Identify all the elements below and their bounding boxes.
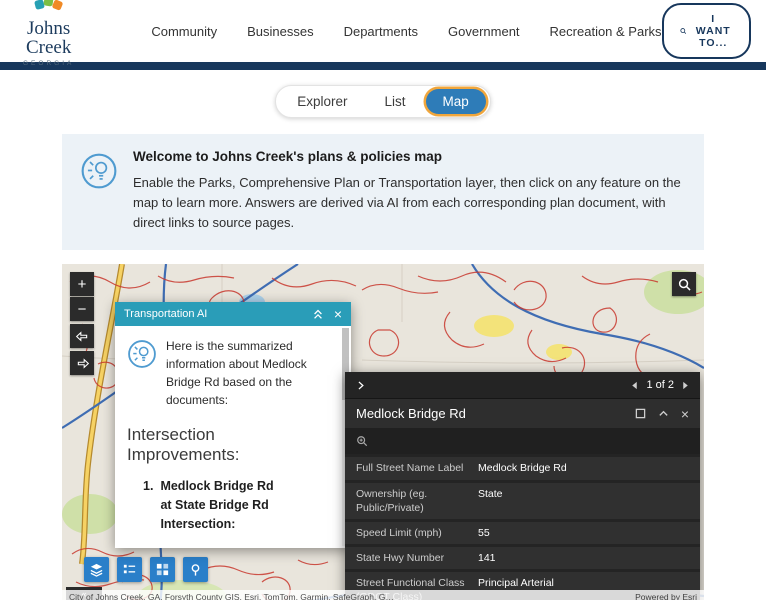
nav-businesses[interactable]: Businesses bbox=[247, 24, 313, 39]
legend-tool-button[interactable] bbox=[117, 557, 142, 582]
next-extent-button[interactable] bbox=[70, 351, 94, 375]
popup-title-bar: Medlock Bridge Rd × bbox=[345, 398, 700, 428]
transportation-ai-panel: Transportation AI × bbox=[115, 302, 351, 548]
zoom-to-icon bbox=[356, 435, 368, 447]
popup-title: Medlock Bridge Rd bbox=[356, 406, 623, 421]
pagination-count: 1 of 2 bbox=[646, 379, 674, 391]
arrow-left-icon bbox=[75, 329, 90, 344]
popup-pagination-bar: 1 of 2 bbox=[345, 372, 700, 398]
welcome-title: Welcome to Johns Creek's plans & policie… bbox=[133, 149, 684, 164]
transportation-ai-body: Here is the summarized information about… bbox=[115, 326, 351, 548]
chevron-up-icon bbox=[658, 408, 669, 419]
close-icon: × bbox=[334, 307, 342, 321]
zoom-out-button[interactable]: − bbox=[70, 297, 94, 321]
welcome-body: Enable the Parks, Comprehensive Plan or … bbox=[133, 173, 684, 233]
logo-mark-icon bbox=[34, 0, 64, 12]
i-want-to-button[interactable]: I WANT TO... bbox=[662, 3, 752, 59]
nav-government[interactable]: Government bbox=[448, 24, 520, 39]
site-title: Johns Creek bbox=[18, 19, 79, 57]
dock-icon bbox=[635, 408, 646, 419]
search-icon bbox=[680, 25, 686, 37]
previous-feature-button[interactable] bbox=[630, 381, 639, 390]
zoom-to-action-button[interactable] bbox=[356, 435, 368, 447]
welcome-banner: Welcome to Johns Creek's plans & policie… bbox=[62, 134, 704, 250]
ai-list-item: 1. Medlock Bridge Rd at State Bridge Rd … bbox=[143, 477, 329, 533]
table-row: State Hwy Number 141 bbox=[345, 547, 700, 569]
close-icon: × bbox=[681, 407, 689, 421]
map-tool-bar bbox=[84, 557, 208, 582]
popup-action-bar bbox=[345, 428, 700, 454]
view-switcher: Explorer List Map bbox=[275, 85, 491, 118]
site-header: Johns Creek GEORGIA Community Businesses… bbox=[0, 0, 766, 62]
search-icon bbox=[678, 278, 691, 291]
attribute-table: Full Street Name Label Medlock Bridge Rd… bbox=[345, 454, 700, 600]
chevron-right-icon bbox=[355, 380, 366, 391]
site-subtitle: GEORGIA bbox=[18, 60, 79, 67]
ai-bulb-icon bbox=[127, 337, 157, 409]
basemap-tool-button[interactable] bbox=[150, 557, 175, 582]
tab-explorer[interactable]: Explorer bbox=[280, 89, 364, 114]
ai-section-heading: Intersection Improvements: bbox=[127, 425, 329, 465]
layers-icon bbox=[89, 562, 104, 577]
table-row: Full Street Name Label Medlock Bridge Rd bbox=[345, 457, 700, 479]
tab-list[interactable]: List bbox=[368, 89, 423, 114]
site-logo[interactable]: Johns Creek GEORGIA bbox=[18, 0, 79, 67]
triangle-left-icon bbox=[630, 381, 639, 390]
header-divider-bar bbox=[0, 62, 766, 70]
collapse-popup-button[interactable] bbox=[658, 408, 669, 419]
legend-icon bbox=[122, 562, 137, 577]
zoom-control: + − bbox=[70, 272, 94, 321]
main-nav: Community Businesses Departments Governm… bbox=[151, 24, 661, 39]
map-attribution: City of Johns Creek, GA, Forsyth County … bbox=[62, 590, 704, 600]
close-popup-button[interactable]: × bbox=[681, 407, 689, 421]
table-row: Ownership (eg. Public/Private) State bbox=[345, 483, 700, 519]
ai-bulb-icon bbox=[80, 149, 118, 233]
powered-by-esri: Powered by Esri bbox=[635, 592, 697, 600]
close-panel-button[interactable]: × bbox=[334, 307, 342, 321]
zoom-in-button[interactable]: + bbox=[70, 272, 94, 296]
previous-extent-button[interactable] bbox=[70, 324, 94, 348]
attribution-text: City of Johns Creek, GA, Forsyth County … bbox=[69, 592, 394, 600]
hollow-bullet-icon: ○ bbox=[171, 545, 176, 549]
layers-tool-button[interactable] bbox=[84, 557, 109, 582]
transportation-ai-header[interactable]: Transportation AI × bbox=[115, 302, 351, 326]
nav-departments[interactable]: Departments bbox=[344, 24, 418, 39]
pin-icon bbox=[188, 562, 203, 577]
double-chevron-up-icon bbox=[312, 308, 324, 320]
nav-community[interactable]: Community bbox=[151, 24, 217, 39]
bookmark-tool-button[interactable] bbox=[183, 557, 208, 582]
tab-map[interactable]: Map bbox=[426, 89, 486, 114]
table-row: Speed Limit (mph) 55 bbox=[345, 522, 700, 544]
map-search-button[interactable] bbox=[672, 272, 696, 296]
feature-popup: 1 of 2 Medlock Bridge Rd × bbox=[345, 372, 700, 600]
nav-recreation-parks[interactable]: Recreation & Parks bbox=[550, 24, 662, 39]
triangle-right-icon bbox=[681, 381, 690, 390]
ai-sub-item: ○ Development of concept design for inno… bbox=[171, 545, 329, 549]
popup-expand-button[interactable] bbox=[355, 380, 366, 391]
transportation-ai-title: Transportation AI bbox=[124, 308, 207, 320]
next-feature-button[interactable] bbox=[681, 381, 690, 390]
dock-popup-button[interactable] bbox=[635, 408, 646, 419]
map-container: + − bbox=[62, 264, 704, 600]
ai-summary-intro: Here is the summarized information about… bbox=[166, 337, 329, 409]
arrow-right-icon bbox=[75, 356, 90, 371]
collapse-panel-button[interactable] bbox=[312, 308, 324, 320]
basemap-grid-icon bbox=[155, 562, 170, 577]
